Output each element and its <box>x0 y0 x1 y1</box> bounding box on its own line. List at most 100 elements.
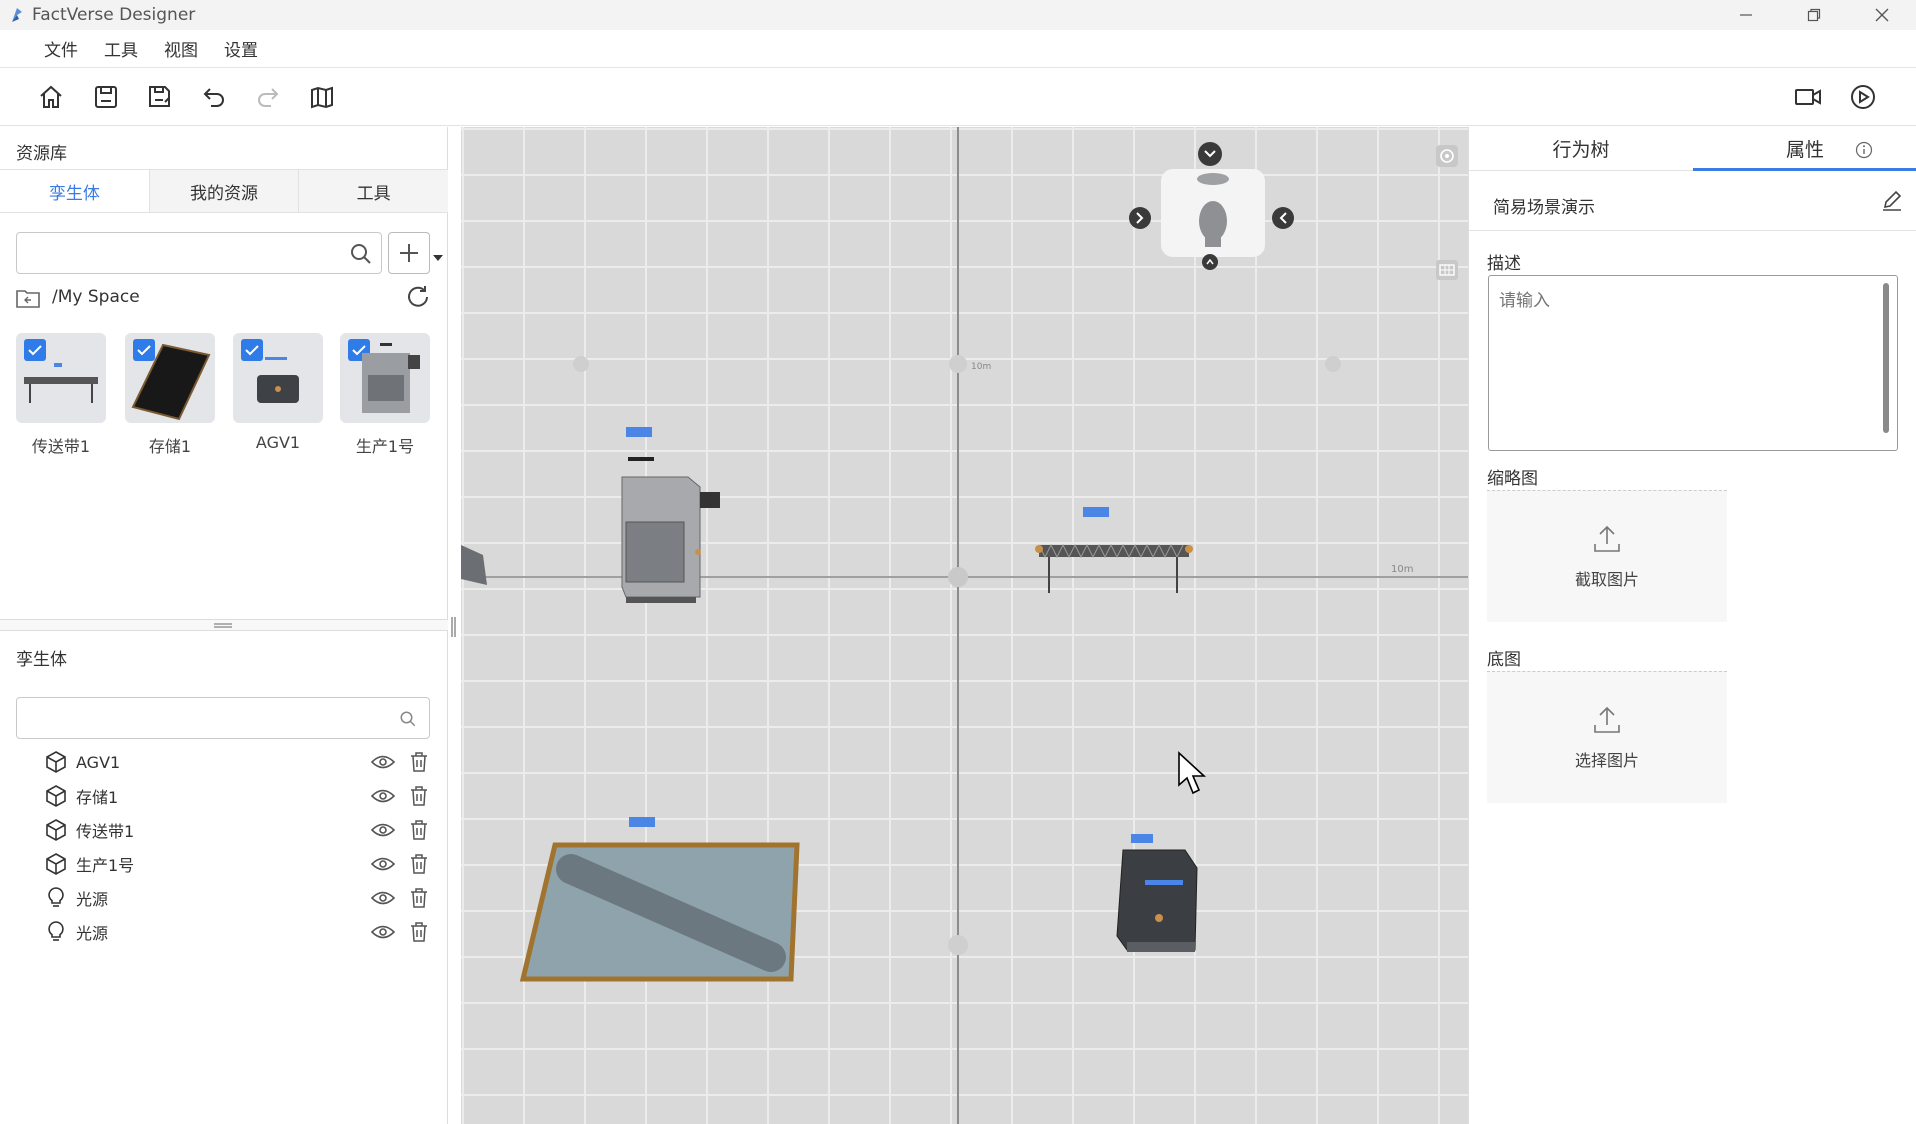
vertical-resize-handle[interactable] <box>450 615 458 639</box>
thumbnail-label: 缩略图 <box>1487 469 1538 489</box>
title-bar: FactVerse Designer <box>0 0 1916 30</box>
gizmo-down-button[interactable] <box>1198 142 1222 166</box>
tab-properties[interactable]: 属性 <box>1693 127 1916 171</box>
gizmo-left-button[interactable] <box>1272 207 1294 229</box>
add-resource-button[interactable] <box>388 232 430 274</box>
visibility-button[interactable] <box>370 817 396 843</box>
axis-label: 10m <box>1391 564 1414 575</box>
close-button[interactable] <box>1848 0 1916 30</box>
resource-card[interactable]: 存储1 <box>125 333 215 457</box>
trash-icon <box>411 752 427 772</box>
menu-tools[interactable]: 工具 <box>104 36 138 61</box>
gizmo-up-button[interactable] <box>1202 254 1218 270</box>
resource-thumbnail <box>125 333 215 423</box>
redo-button[interactable] <box>253 82 283 112</box>
delete-button[interactable] <box>406 851 432 877</box>
refresh-button[interactable] <box>404 283 432 315</box>
twin-list-item[interactable]: 光源 <box>46 880 432 916</box>
description-textarea[interactable] <box>1488 275 1898 451</box>
object-tag <box>626 427 652 437</box>
save-as-button[interactable] <box>145 82 175 112</box>
twin-label: 光源 <box>76 924 109 943</box>
basemap-label: 底图 <box>1487 650 1521 670</box>
panel-splitter[interactable] <box>0 619 448 631</box>
delete-button[interactable] <box>406 919 432 945</box>
gizmo-right-button[interactable] <box>1129 207 1151 229</box>
tab-my-resources[interactable]: 我的资源 <box>148 170 299 212</box>
app-window: FactVerse Designer 文件 工具 视图 设置 资源库 孪生体 我… <box>0 0 1916 1124</box>
view-orientation-gizmo[interactable] <box>1161 169 1265 257</box>
resource-label: 生产1号 <box>355 437 415 456</box>
window-controls <box>1712 0 1916 30</box>
twin-search-input[interactable] <box>16 697 430 739</box>
visibility-button[interactable] <box>370 783 396 809</box>
redo-icon <box>258 88 279 107</box>
app-logo-icon <box>6 4 28 26</box>
delete-button[interactable] <box>406 783 432 809</box>
tab-tools[interactable]: 工具 <box>298 170 449 212</box>
left-panel: 资源库 孪生体 我的资源 工具 /My Space 传送带1 存储1 AGV1 … <box>0 127 449 1124</box>
app-title: FactVerse Designer <box>32 5 196 25</box>
twin-list-item[interactable]: 光源 <box>46 914 432 950</box>
eye-icon <box>371 891 395 905</box>
twin-list-item[interactable]: 传送带1 <box>46 812 432 848</box>
scene-viewport[interactable]: 10m 10m <box>461 127 1468 1124</box>
visibility-button[interactable] <box>370 851 396 877</box>
resource-tabs: 孪生体 我的资源 工具 <box>0 169 449 213</box>
eye-icon <box>371 925 395 939</box>
resource-library-title: 资源库 <box>16 144 67 164</box>
menu-bar: 文件 工具 视图 设置 <box>0 30 1916 68</box>
minimize-button[interactable] <box>1712 0 1780 30</box>
capture-image-button[interactable]: 截取图片 <box>1487 490 1727 622</box>
delete-button[interactable] <box>406 885 432 911</box>
eye-icon <box>371 857 395 871</box>
divider <box>1469 230 1916 231</box>
camera-button[interactable] <box>1793 82 1823 112</box>
undo-button[interactable] <box>199 82 229 112</box>
eye-icon <box>371 755 395 769</box>
twin-label: 传送带1 <box>76 822 135 841</box>
home-button[interactable] <box>36 82 66 112</box>
focus-button[interactable] <box>1436 145 1458 167</box>
delete-button[interactable] <box>406 817 432 843</box>
grid-icon <box>1439 264 1455 276</box>
undo-icon <box>203 88 224 107</box>
upload-icon <box>1594 706 1620 733</box>
select-image-button[interactable]: 选择图片 <box>1487 671 1727 803</box>
description-label: 描述 <box>1487 254 1521 274</box>
tab-behavior-tree[interactable]: 行为树 <box>1469 127 1693 170</box>
restore-button[interactable] <box>1780 0 1848 30</box>
scene-name: 简易场景演示 <box>1493 198 1595 218</box>
save-button[interactable] <box>91 82 121 112</box>
delete-button[interactable] <box>406 749 432 775</box>
grid-toggle-button[interactable] <box>1436 260 1458 280</box>
add-dropdown-chevron-icon[interactable] <box>433 247 443 266</box>
play-button[interactable] <box>1848 82 1878 112</box>
visibility-button[interactable] <box>370 919 396 945</box>
description-scrollbar[interactable] <box>1883 283 1889 433</box>
save-as-icon <box>149 86 170 107</box>
bulb-icon <box>48 921 64 941</box>
tab-twins[interactable]: 孪生体 <box>0 170 149 212</box>
resource-card[interactable]: 传送带1 <box>16 333 106 457</box>
edit-name-button[interactable] <box>1881 189 1903 215</box>
visibility-button[interactable] <box>370 885 396 911</box>
bulb-icon <box>48 887 64 907</box>
object-tag <box>1083 507 1109 517</box>
resource-search-input[interactable] <box>16 232 382 274</box>
resource-thumbnail <box>16 333 106 423</box>
map-button[interactable] <box>307 82 337 112</box>
twin-list-item[interactable]: AGV1 <box>46 744 432 780</box>
twin-list-item[interactable]: 存储1 <box>46 778 432 814</box>
plus-icon <box>400 244 418 262</box>
menu-settings[interactable]: 设置 <box>224 36 258 61</box>
visibility-button[interactable] <box>370 749 396 775</box>
right-tabs: 行为树 属性 <box>1469 127 1916 171</box>
menu-file[interactable]: 文件 <box>44 36 78 61</box>
resource-card[interactable]: AGV1 <box>233 333 323 452</box>
search-icon <box>351 244 371 264</box>
twin-label: 存储1 <box>76 788 119 807</box>
resource-card[interactable]: 生产1号 <box>340 333 430 457</box>
twin-list-item[interactable]: 生产1号 <box>46 846 432 882</box>
menu-view[interactable]: 视图 <box>164 36 198 61</box>
